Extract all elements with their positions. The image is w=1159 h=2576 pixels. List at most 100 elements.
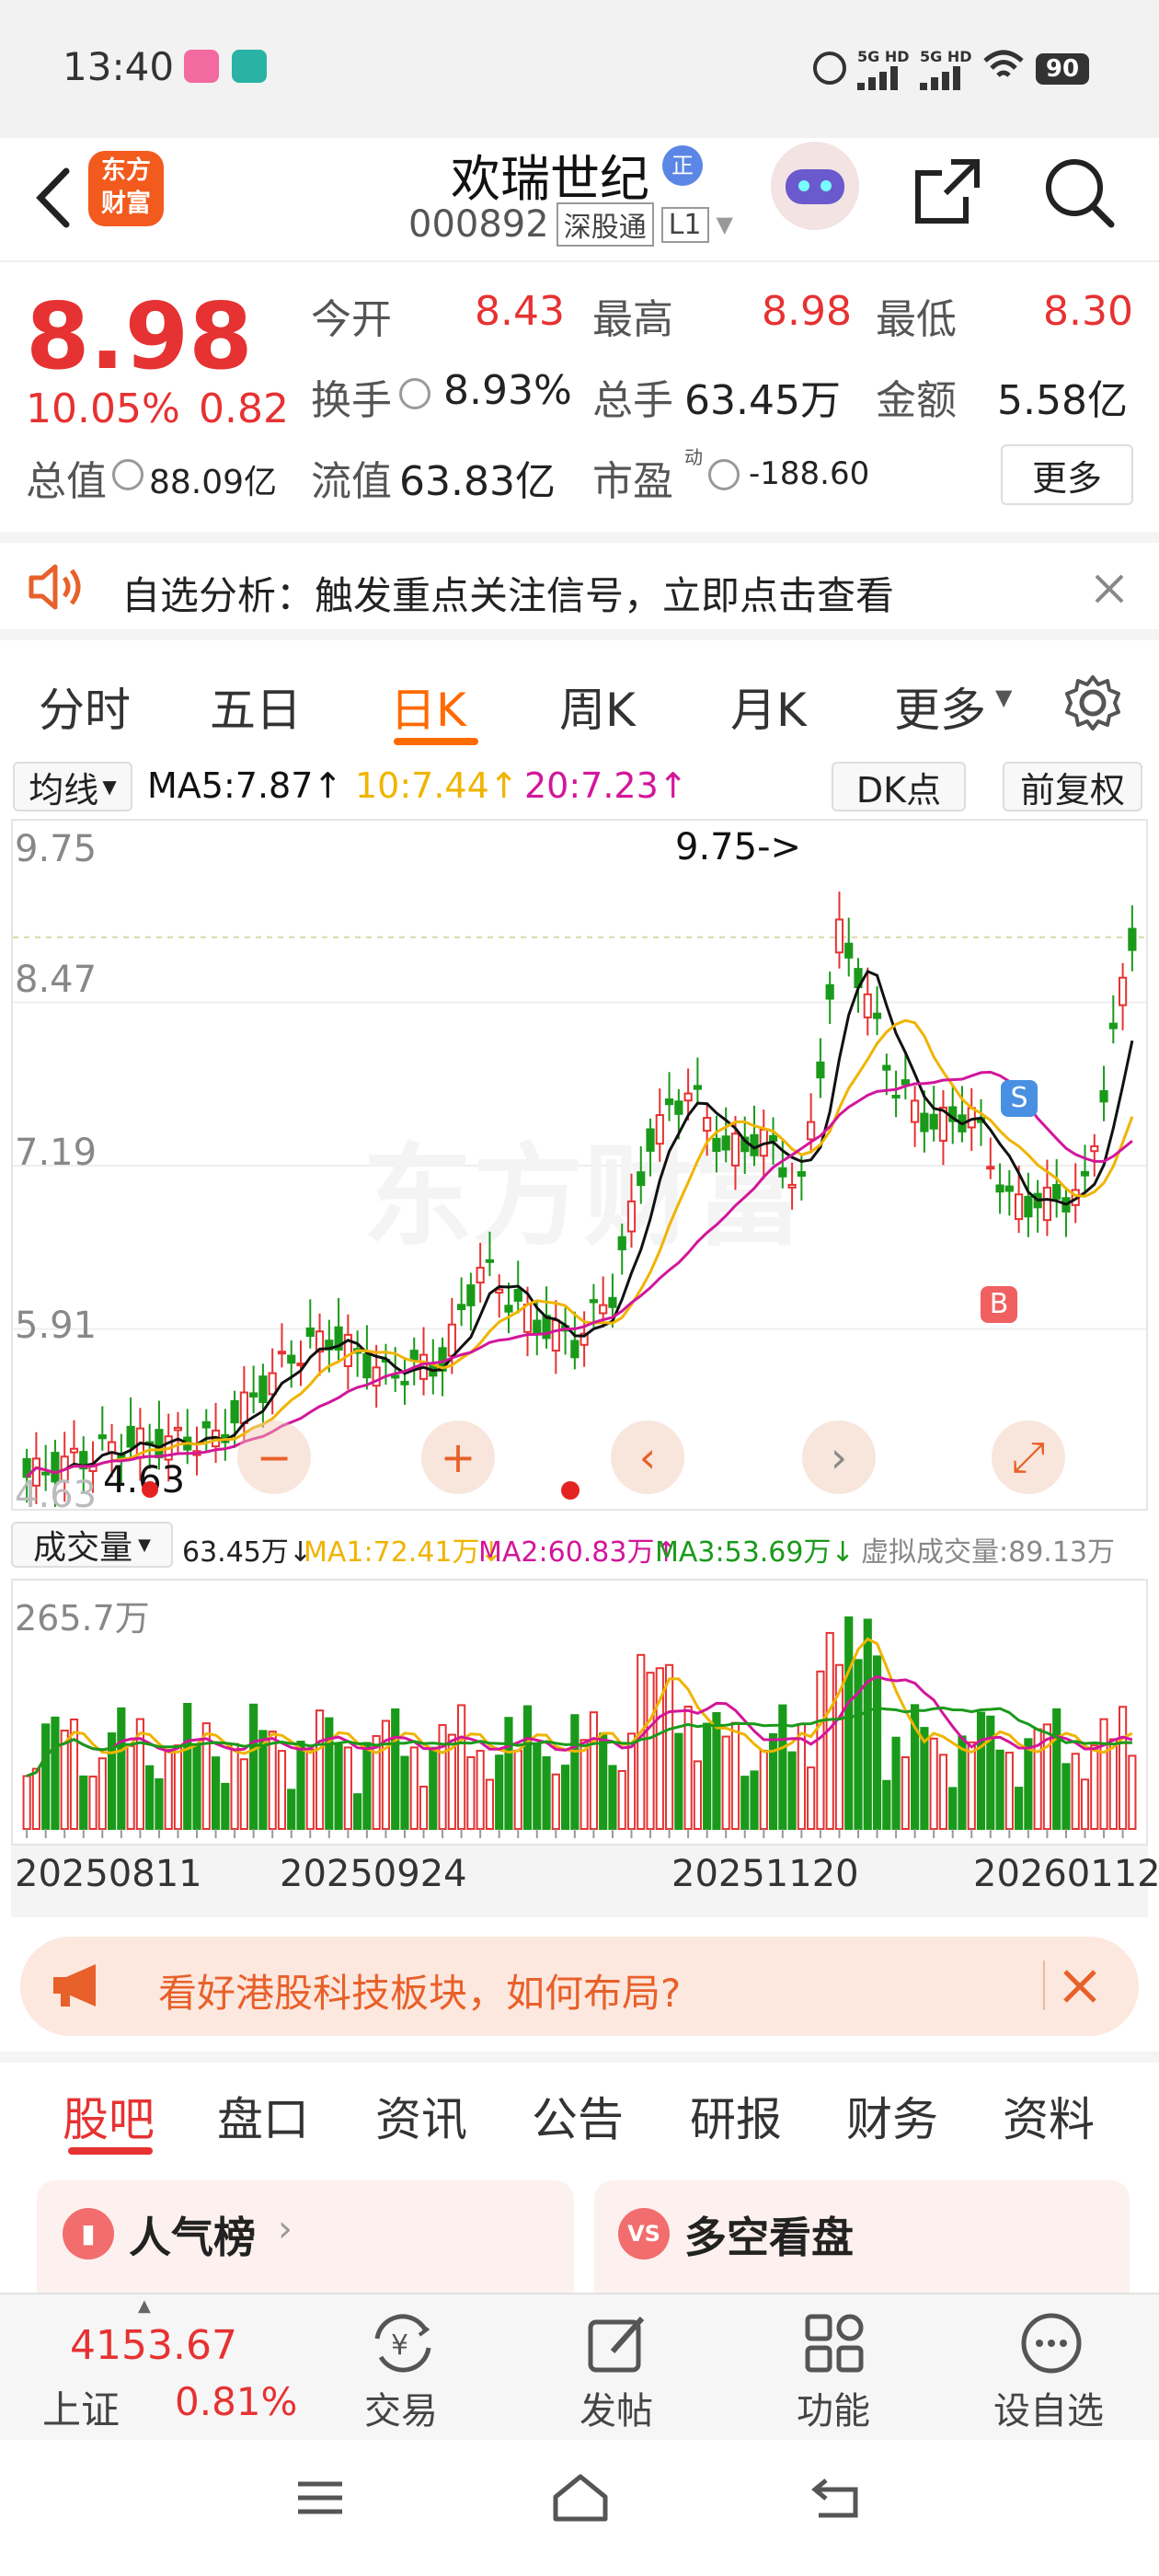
volume-current: 63.45万 (182, 1536, 289, 1569)
candle-down (778, 1167, 787, 1178)
ma5-legend: MA5:7.87↑ (147, 765, 343, 806)
popularity-card[interactable]: ▮ 人气榜 › (37, 2180, 574, 2293)
candle-down (589, 1299, 599, 1304)
more-quote-button[interactable]: 更多 (1001, 444, 1133, 505)
tab-monthly-k[interactable]: 月K (730, 673, 807, 740)
info-icon[interactable] (112, 459, 143, 490)
volume-bar-down (249, 1703, 258, 1830)
search-icon[interactable] (1039, 153, 1119, 232)
index-value[interactable]: 4153.67 (70, 2322, 237, 2369)
zoom-in-button[interactable]: + (421, 1420, 495, 1494)
bull-bear-card[interactable]: VS 多空看盘 (594, 2180, 1130, 2293)
volume-bar-up (126, 1744, 135, 1830)
volume-bar-up (1090, 1744, 1099, 1830)
zoom-out-button[interactable]: − (237, 1420, 311, 1494)
candle-down (98, 1434, 107, 1440)
candle-up (1042, 1186, 1052, 1222)
watchlist-label[interactable]: 设自选 (993, 2381, 1104, 2434)
tab-financials[interactable]: 财务 (846, 2083, 938, 2149)
candle-down (768, 1134, 778, 1142)
volume-bar-up (1071, 1753, 1080, 1830)
sell-signal-badge[interactable]: S (1001, 1080, 1038, 1117)
volume-bar-down (703, 1722, 712, 1830)
chevron-down-icon[interactable]: ▼ (717, 212, 733, 237)
volume-bar-up (409, 1746, 419, 1830)
buy-signal-badge[interactable]: B (981, 1286, 1017, 1323)
tab-research[interactable]: 研报 (690, 2083, 782, 2149)
pe-label: 市盈 (592, 458, 673, 505)
trade-yuan-icon[interactable]: ¥ (368, 2311, 438, 2375)
menu-icon[interactable] (293, 2475, 348, 2521)
candle-up (655, 1114, 664, 1145)
tab-daily-k[interactable]: 日K (390, 673, 466, 740)
indicator-select[interactable]: 成交量 ▼ (11, 1522, 173, 1568)
volume-bar-down (570, 1714, 580, 1830)
vol-ma2-value: MA2:60.83万 (478, 1536, 655, 1569)
trade-label[interactable]: 交易 (364, 2381, 438, 2434)
candle-down (258, 1375, 268, 1403)
stock-code: 000892 (408, 203, 549, 246)
post-label[interactable]: 发帖 (580, 2381, 653, 2434)
candle-down (570, 1340, 580, 1359)
back-icon[interactable] (26, 156, 81, 239)
content-tabs: 股吧 盘口 资讯 公告 研报 财务 资料 (0, 2052, 1159, 2162)
tab-order-book[interactable]: 盘口 (217, 2083, 309, 2149)
promo-banner[interactable]: 看好港股科技板块，如何布局? (20, 1937, 1139, 2036)
stock-code-row: 000892 深股通 L1 ▼ (408, 202, 733, 247)
ai-assistant-avatar[interactable] (771, 142, 859, 230)
pan-right-button[interactable]: › (802, 1420, 876, 1494)
volume-bar-up (1080, 1778, 1090, 1830)
app-logo[interactable]: 东方 财富 (88, 151, 164, 226)
gear-icon[interactable] (1061, 672, 1124, 734)
candle-down (712, 1137, 721, 1153)
ma20-line (26, 1070, 1133, 1478)
chevron-right-icon: › (278, 2208, 293, 2250)
volume-bar-up (580, 1739, 589, 1830)
close-icon[interactable] (1091, 570, 1128, 607)
tab-announcements[interactable]: 公告 (532, 2083, 624, 2149)
volume-bar-up (466, 1755, 476, 1830)
volume-label: 总手 (592, 377, 673, 424)
volume-bar-down (995, 1749, 1004, 1831)
close-icon[interactable] (1060, 1966, 1100, 2007)
bar-chart-icon: ▮ (63, 2208, 114, 2260)
notice-bar[interactable]: 自选分析：触发重点关注信号，立即点击查看 (0, 532, 1159, 640)
tab-weekly-k[interactable]: 周K (559, 673, 636, 740)
post-edit-icon[interactable] (585, 2311, 649, 2375)
home-icon[interactable] (548, 2469, 613, 2524)
candle-down (901, 1079, 910, 1086)
promo-text: 看好港股科技板块，如何布局? (158, 1971, 682, 2016)
candle-up (807, 1121, 816, 1141)
tab-profile[interactable]: 资料 (1003, 2083, 1095, 2149)
volume-bar-down (674, 1732, 683, 1830)
grid-function-icon[interactable] (802, 2311, 866, 2375)
tab-more[interactable]: 更多 (894, 673, 986, 740)
share-icon[interactable] (911, 155, 984, 228)
dk-point-button[interactable]: DK点 (832, 762, 966, 811)
kline-chart[interactable]: 东方财富 9.75 8.47 7.19 5.91 4.63 9.75-> 4.6… (11, 819, 1148, 1516)
info-icon[interactable] (399, 378, 430, 409)
tab-five-day[interactable]: 五日 (210, 673, 302, 740)
function-label[interactable]: 功能 (797, 2381, 870, 2434)
tab-forum[interactable]: 股吧 (63, 2083, 155, 2149)
tab-intraday[interactable]: 分时 (39, 673, 131, 740)
volume-chart[interactable]: 265.7万 (11, 1579, 1148, 1846)
volume-bar-up (476, 1750, 485, 1830)
pan-left-button[interactable]: ‹ (611, 1420, 684, 1494)
volume-bar-up (438, 1724, 447, 1830)
amount-value: 5.58亿 (997, 377, 1128, 424)
volume-bar-up (1108, 1738, 1118, 1830)
back-nav-icon[interactable] (809, 2473, 865, 2523)
high-value: 8.98 (762, 288, 852, 335)
adjust-mode-button[interactable]: 前复权 (1003, 762, 1142, 811)
fullscreen-icon[interactable]: ⤢ (992, 1420, 1065, 1494)
more-dots-icon[interactable] (1019, 2311, 1084, 2375)
volume-bar-down (599, 1732, 608, 1830)
info-icon[interactable] (708, 459, 740, 490)
tab-news[interactable]: 资讯 (375, 2083, 467, 2149)
vol-ma2-line (26, 1674, 1133, 1777)
volume-bar-down (787, 1751, 797, 1830)
volume-bar-down (400, 1755, 409, 1831)
volume-bar-down (296, 1741, 305, 1830)
ma-select[interactable]: 均线 ▼ (13, 762, 132, 811)
